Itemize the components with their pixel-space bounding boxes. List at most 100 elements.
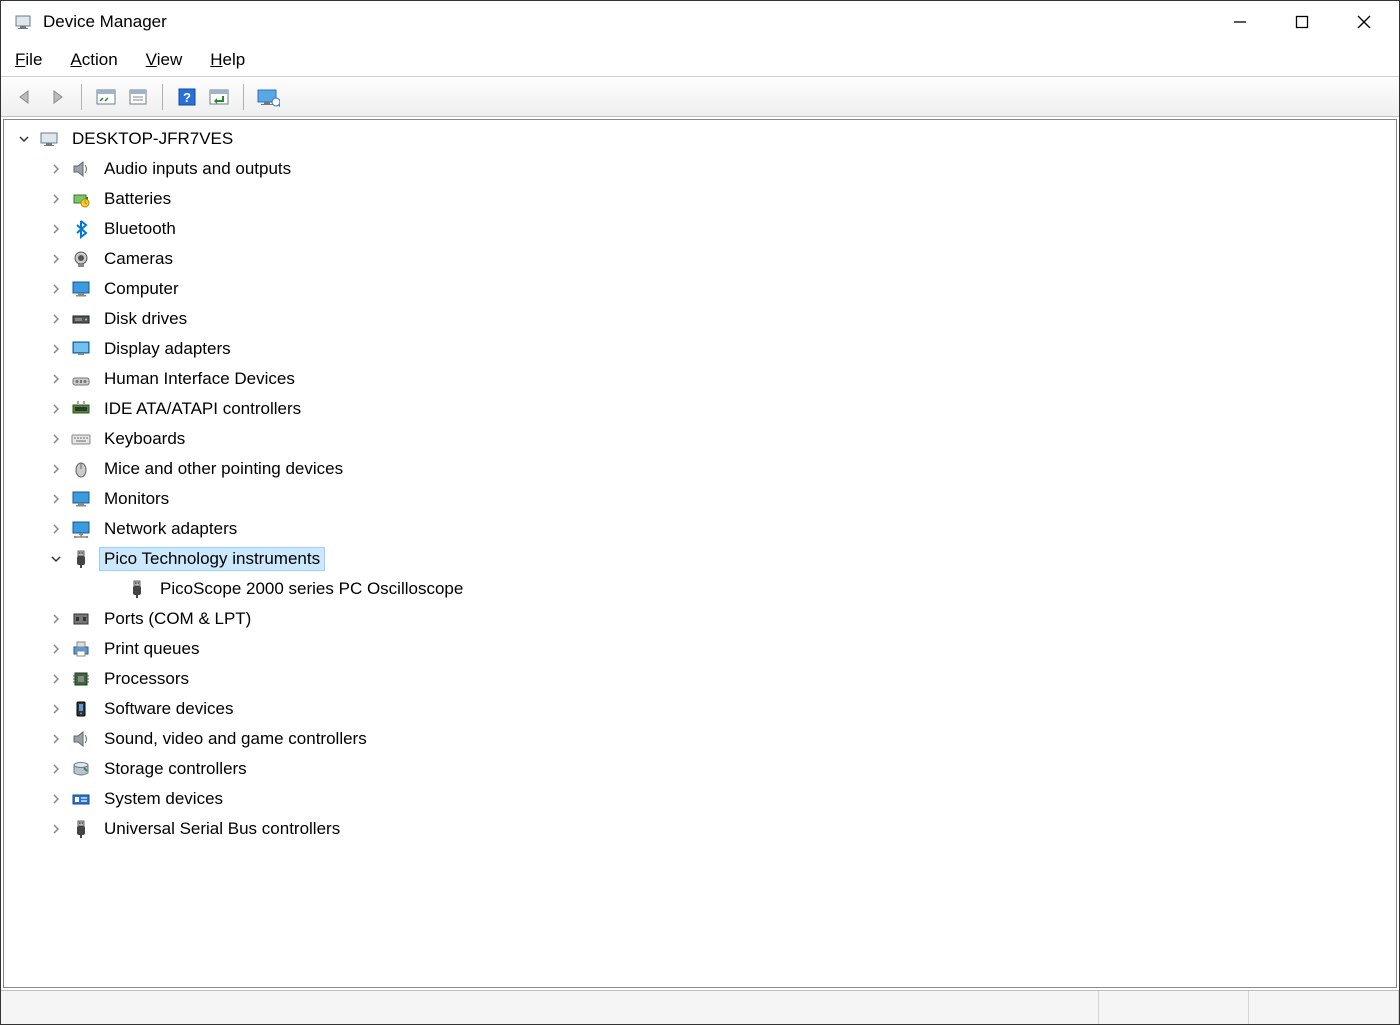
tree-root[interactable]: DESKTOP-JFR7VES: [4, 124, 1396, 154]
chevron-right-icon[interactable]: [48, 641, 64, 657]
help-button[interactable]: ?: [173, 83, 201, 111]
tree-root-label: DESKTOP-JFR7VES: [68, 128, 237, 150]
maximize-button[interactable]: [1271, 1, 1333, 43]
port-icon: [70, 608, 92, 630]
tree-category[interactable]: Keyboards: [4, 424, 1396, 454]
tree-category[interactable]: Bluetooth: [4, 214, 1396, 244]
chevron-right-icon[interactable]: [48, 251, 64, 267]
tree-category[interactable]: Network adapters: [4, 514, 1396, 544]
tree-category[interactable]: Batteries: [4, 184, 1396, 214]
monitor-icon-button[interactable]: [254, 83, 282, 111]
tree-category[interactable]: Software devices: [4, 694, 1396, 724]
tree-category[interactable]: Ports (COM & LPT): [4, 604, 1396, 634]
chevron-right-icon[interactable]: [48, 491, 64, 507]
software-icon: [70, 698, 92, 720]
menu-action[interactable]: Action: [70, 50, 117, 70]
tree-category[interactable]: Storage controllers: [4, 754, 1396, 784]
chevron-right-icon[interactable]: [48, 821, 64, 837]
hid-icon: [70, 368, 92, 390]
tree-category[interactable]: Mice and other pointing devices: [4, 454, 1396, 484]
tree-category[interactable]: Monitors: [4, 484, 1396, 514]
usb-plug-icon: [70, 818, 92, 840]
tree-category-label: Bluetooth: [100, 218, 180, 240]
back-button[interactable]: [11, 83, 39, 111]
chevron-right-icon[interactable]: [48, 731, 64, 747]
chevron-right-icon[interactable]: [48, 461, 64, 477]
monitor-icon: [70, 278, 92, 300]
tree-category[interactable]: Cameras: [4, 244, 1396, 274]
show-hide-console-tree-button[interactable]: [92, 83, 120, 111]
close-button[interactable]: [1333, 1, 1395, 43]
chevron-right-icon[interactable]: [48, 341, 64, 357]
app-icon: [13, 12, 33, 32]
status-cell: [1, 991, 1099, 1024]
chevron-right-icon[interactable]: [48, 161, 64, 177]
tree-category[interactable]: System devices: [4, 784, 1396, 814]
chevron-right-icon[interactable]: [48, 431, 64, 447]
system-icon: [70, 788, 92, 810]
forward-button[interactable]: [43, 83, 71, 111]
battery-icon: [70, 188, 92, 210]
menubar: File Action View Help: [1, 43, 1399, 77]
chevron-right-icon[interactable]: [48, 311, 64, 327]
chevron-right-icon[interactable]: [48, 521, 64, 537]
tree-category[interactable]: Universal Serial Bus controllers: [4, 814, 1396, 844]
tree-category[interactable]: IDE ATA/ATAPI controllers: [4, 394, 1396, 424]
properties-button[interactable]: [124, 83, 152, 111]
chevron-right-icon[interactable]: [48, 371, 64, 387]
speaker-icon: [70, 728, 92, 750]
tree-category-label: Batteries: [100, 188, 175, 210]
cpu-icon: [70, 668, 92, 690]
tree-category-label: Monitors: [100, 488, 173, 510]
menu-view[interactable]: View: [146, 50, 183, 70]
computer-icon: [38, 128, 60, 150]
tree-category-label: Network adapters: [100, 518, 241, 540]
storage-icon: [70, 758, 92, 780]
chevron-right-icon[interactable]: [48, 611, 64, 627]
tree-category[interactable]: Print queues: [4, 634, 1396, 664]
tree-category[interactable]: Human Interface Devices: [4, 364, 1396, 394]
display-icon: [70, 338, 92, 360]
chevron-right-icon[interactable]: [48, 191, 64, 207]
tree-category[interactable]: Processors: [4, 664, 1396, 694]
bluetooth-icon: [70, 218, 92, 240]
printer-icon: [70, 638, 92, 660]
chevron-down-icon[interactable]: [48, 551, 64, 567]
titlebar: Device Manager: [1, 1, 1399, 43]
toolbar-separator: [162, 84, 163, 110]
tree-category[interactable]: Computer: [4, 274, 1396, 304]
ide-icon: [70, 398, 92, 420]
menu-help[interactable]: Help: [210, 50, 245, 70]
toolbar: ?: [1, 77, 1399, 117]
mouse-icon: [70, 458, 92, 480]
tree-category[interactable]: Disk drives: [4, 304, 1396, 334]
tree-category[interactable]: Sound, video and game controllers: [4, 724, 1396, 754]
tree-category-label: Print queues: [100, 638, 203, 660]
device-tree[interactable]: DESKTOP-JFR7VES Audio inputs and outputs…: [3, 119, 1397, 988]
tree-category-label: Pico Technology instruments: [100, 548, 324, 570]
tree-category-label: Human Interface Devices: [100, 368, 299, 390]
chevron-right-icon[interactable]: [48, 761, 64, 777]
scan-hardware-button[interactable]: [205, 83, 233, 111]
menu-file[interactable]: File: [15, 50, 42, 70]
chevron-right-icon[interactable]: [48, 281, 64, 297]
keyboard-icon: [70, 428, 92, 450]
toolbar-separator: [81, 84, 82, 110]
chevron-right-icon[interactable]: [48, 701, 64, 717]
tree-category[interactable]: Pico Technology instruments: [4, 544, 1396, 574]
speaker-icon: [70, 158, 92, 180]
svg-text:?: ?: [183, 90, 191, 105]
tree-category-label: Display adapters: [100, 338, 235, 360]
tree-category-label: Keyboards: [100, 428, 189, 450]
status-cell: [1099, 991, 1249, 1024]
disk-icon: [70, 308, 92, 330]
minimize-button[interactable]: [1209, 1, 1271, 43]
tree-category[interactable]: Display adapters: [4, 334, 1396, 364]
tree-category[interactable]: Audio inputs and outputs: [4, 154, 1396, 184]
tree-device[interactable]: PicoScope 2000 series PC Oscilloscope: [4, 574, 1396, 604]
chevron-right-icon[interactable]: [48, 401, 64, 417]
chevron-down-icon[interactable]: [16, 131, 32, 147]
chevron-right-icon[interactable]: [48, 221, 64, 237]
chevron-right-icon[interactable]: [48, 791, 64, 807]
chevron-right-icon[interactable]: [48, 671, 64, 687]
